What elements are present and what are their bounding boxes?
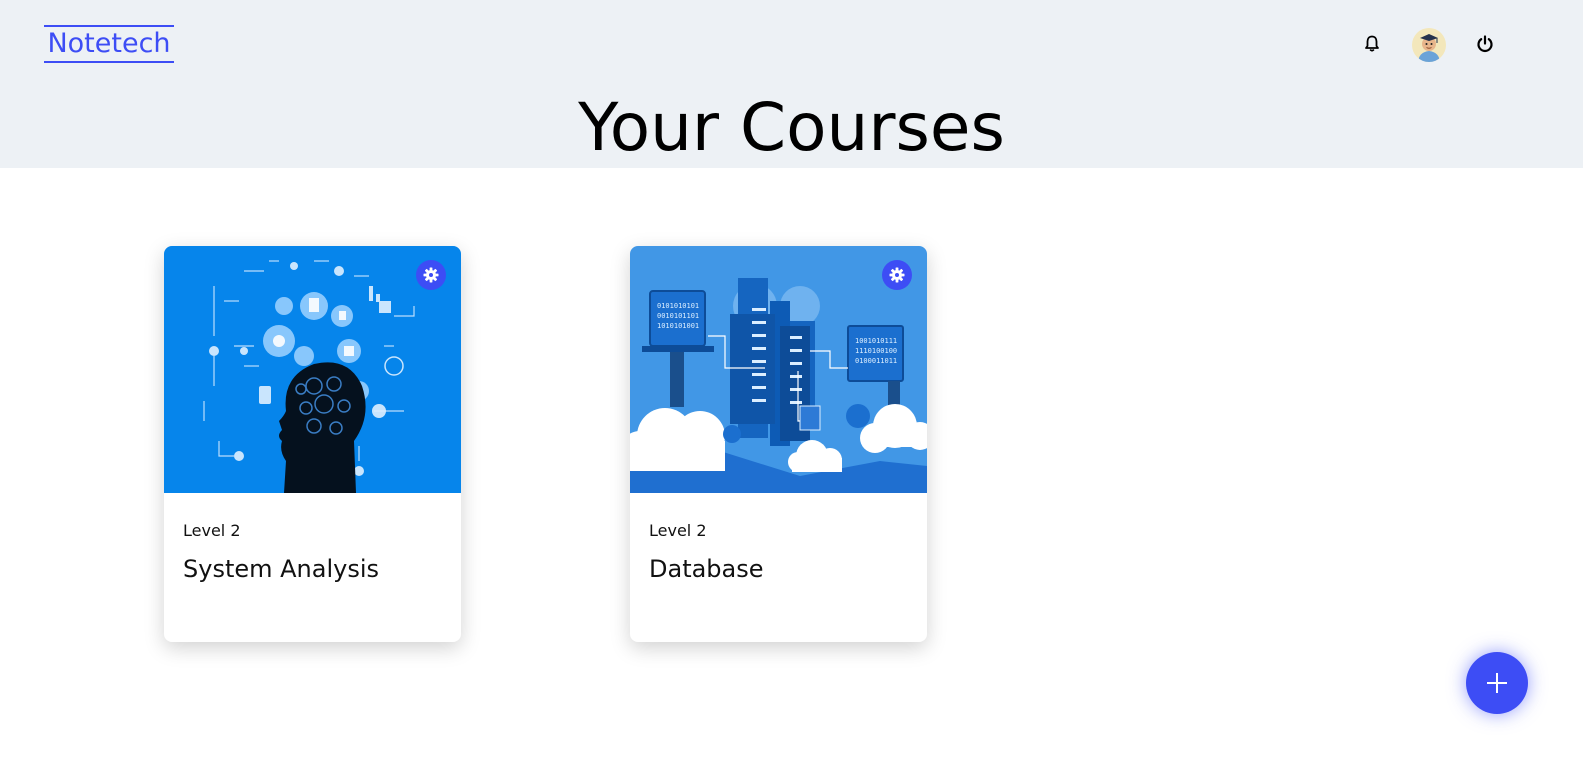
course-card[interactable]: Level 2 System Analysis (164, 246, 461, 642)
course-level: Level 2 (649, 521, 707, 540)
svg-text:0010101101: 0010101101 (657, 312, 699, 320)
add-course-button[interactable] (1466, 652, 1528, 714)
svg-text:1010101001: 1010101001 (657, 322, 699, 330)
svg-text:1001010111: 1001010111 (855, 337, 897, 345)
power-icon[interactable] (1473, 32, 1497, 56)
logo[interactable]: Notetech (44, 25, 174, 63)
header: Notetech Your Courses (0, 0, 1583, 168)
course-title[interactable]: System Analysis (183, 555, 379, 583)
bell-icon[interactable] (1360, 32, 1384, 56)
course-card[interactable]: 0101010101 0010101101 1010101001 100101011… (630, 246, 927, 642)
course-image: 0101010101 0010101101 1010101001 100101011… (630, 246, 927, 493)
plus-icon (1487, 673, 1507, 693)
user-avatar[interactable] (1412, 28, 1446, 62)
svg-text:0100011011: 0100011011 (855, 357, 897, 365)
svg-text:0101010101: 0101010101 (657, 302, 699, 310)
course-title[interactable]: Database (649, 555, 764, 583)
gear-icon[interactable] (416, 260, 446, 290)
svg-text:1110100100: 1110100100 (855, 347, 897, 355)
course-image (164, 246, 461, 493)
page-title: Your Courses (578, 89, 1005, 166)
course-level: Level 2 (183, 521, 241, 540)
gear-icon[interactable] (882, 260, 912, 290)
